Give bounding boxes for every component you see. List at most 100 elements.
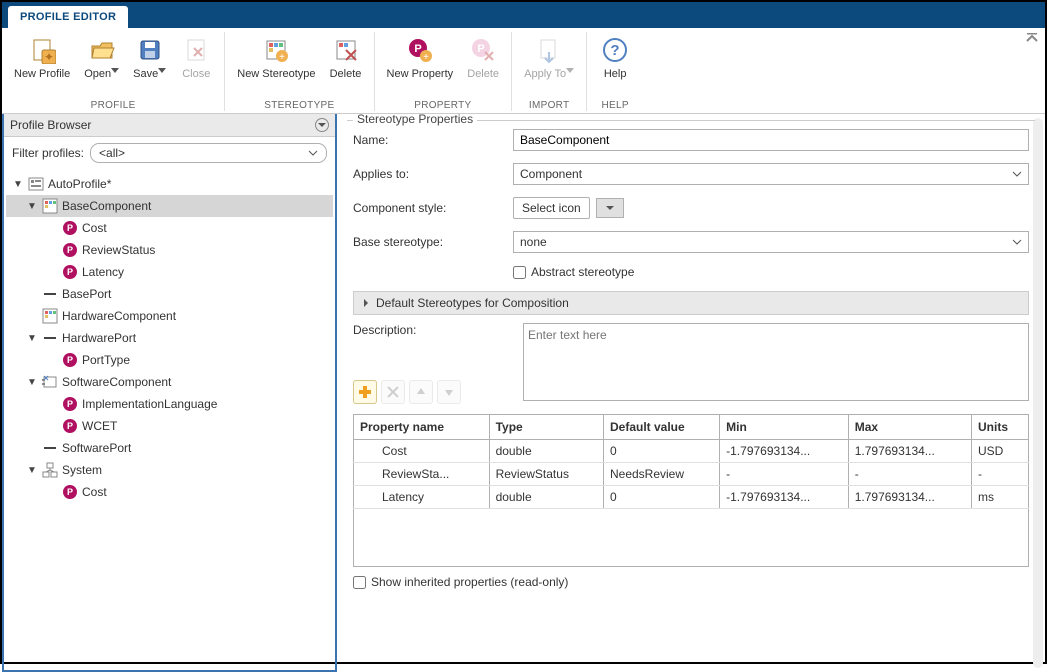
table-cell[interactable]: NeedsReview xyxy=(603,463,719,486)
column-header[interactable]: Default value xyxy=(603,415,719,440)
tree-item-porttype[interactable]: PPortType xyxy=(6,349,333,371)
tree-toggle-icon[interactable] xyxy=(46,421,58,432)
tree-toggle-icon[interactable]: ▼ xyxy=(26,333,38,344)
tree-item-cost1[interactable]: PCost xyxy=(6,217,333,239)
tree-toggle-icon[interactable] xyxy=(46,355,58,366)
filter-select[interactable]: <all> xyxy=(90,143,327,163)
tree-item-hwcomp[interactable]: HardwareComponent xyxy=(6,305,333,327)
move-up-button[interactable] xyxy=(409,380,433,404)
tree-item-reviewstatus[interactable]: PReviewStatus xyxy=(6,239,333,261)
tree-toggle-icon[interactable] xyxy=(26,289,38,300)
column-header[interactable]: Property name xyxy=(354,415,490,440)
chevron-down-icon xyxy=(606,204,614,212)
new-profile-button[interactable]: ✦New Profile xyxy=(8,32,76,98)
table-cell[interactable]: 1.797693134... xyxy=(848,486,971,509)
tab-profile-editor[interactable]: PROFILE EDITOR xyxy=(8,6,128,28)
table-cell[interactable]: -1.797693134... xyxy=(720,486,849,509)
table-row[interactable]: ReviewSta...ReviewStatusNeedsReview--- xyxy=(354,463,1029,486)
tree-item-impllang[interactable]: PImplementationLanguage xyxy=(6,393,333,415)
tree-toggle-icon[interactable] xyxy=(46,487,58,498)
grid-del-icon xyxy=(330,34,362,66)
tree-toggle-icon[interactable] xyxy=(26,311,38,322)
table-cell[interactable]: 1.797693134... xyxy=(848,440,971,463)
open-button[interactable]: Open xyxy=(78,32,125,98)
ribbon-group-label: IMPORT xyxy=(518,100,580,111)
table-cell[interactable]: 0 xyxy=(603,440,719,463)
table-cell[interactable]: - xyxy=(848,463,971,486)
tree-toggle-icon[interactable]: ▼ xyxy=(26,201,38,212)
tree-toggle-icon[interactable]: ▼ xyxy=(26,377,38,388)
defaults-expander[interactable]: Default Stereotypes for Composition xyxy=(353,291,1029,315)
tree-item-latency[interactable]: PLatency xyxy=(6,261,333,283)
stereotype-icon xyxy=(42,308,58,324)
applies-select[interactable]: Component xyxy=(513,163,1029,185)
tree-toggle-icon[interactable]: ▼ xyxy=(12,179,24,190)
select-icon-button[interactable]: Select icon xyxy=(513,197,590,219)
table-cell[interactable]: ReviewSta... xyxy=(354,463,490,486)
prop-icon: P xyxy=(62,242,78,258)
column-header[interactable]: Type xyxy=(489,415,603,440)
tree-item-basecomponent[interactable]: ▼BaseComponent xyxy=(6,195,333,217)
ribbon-label: New Profile xyxy=(14,68,70,96)
property-toolbar xyxy=(353,380,513,404)
tree-toggle-icon[interactable] xyxy=(26,443,38,454)
tree-item-wcet[interactable]: PWCET xyxy=(6,415,333,437)
add-property-button[interactable] xyxy=(353,380,377,404)
new-property-button[interactable]: P+New Property xyxy=(381,32,460,98)
description-textarea[interactable] xyxy=(523,323,1029,401)
tree-toggle-icon[interactable]: ▼ xyxy=(26,465,38,476)
table-cell[interactable]: USD xyxy=(972,440,1029,463)
tree-toggle-icon[interactable] xyxy=(46,267,58,278)
tree-item-swcomp[interactable]: ▼SoftwareComponent xyxy=(6,371,333,393)
tree-item-hwport[interactable]: ▼HardwarePort xyxy=(6,327,333,349)
table-cell[interactable]: - xyxy=(720,463,849,486)
column-header[interactable]: Max xyxy=(848,415,971,440)
table-cell[interactable]: 0 xyxy=(603,486,719,509)
move-down-button[interactable] xyxy=(437,380,461,404)
tree-item-cost2[interactable]: PCost xyxy=(6,481,333,503)
column-header[interactable]: Min xyxy=(720,415,849,440)
table-cell[interactable]: double xyxy=(489,486,603,509)
ribbon-group-label: HELP xyxy=(593,100,637,111)
help-button[interactable]: ?Help xyxy=(593,32,637,98)
save-button[interactable]: Save xyxy=(127,32,172,98)
tree-item-swport[interactable]: SoftwarePort xyxy=(6,437,333,459)
tree-toggle-icon[interactable] xyxy=(46,223,58,234)
ribbon-collapse-icon[interactable] xyxy=(1025,32,1039,46)
new-doc-icon: ✦ xyxy=(26,34,58,66)
property-table[interactable]: Property nameTypeDefault valueMinMaxUnit… xyxy=(353,414,1029,509)
profile-tree[interactable]: ▼ AutoProfile* ▼BaseComponent PCost PRevie… xyxy=(4,169,335,670)
tree-label: AutoProfile* xyxy=(48,177,111,191)
column-header[interactable]: Units xyxy=(972,415,1029,440)
table-row[interactable]: Costdouble0-1.797693134...1.797693134...… xyxy=(354,440,1029,463)
tree-toggle-icon[interactable] xyxy=(46,399,58,410)
table-cell[interactable]: ReviewStatus xyxy=(489,463,603,486)
table-cell[interactable]: double xyxy=(489,440,603,463)
base-select[interactable]: none xyxy=(513,231,1029,253)
table-cell[interactable]: ms xyxy=(972,486,1029,509)
name-input[interactable] xyxy=(513,129,1029,151)
tree-toggle-icon[interactable] xyxy=(46,245,58,256)
svg-text:P: P xyxy=(477,43,484,55)
chevron-down-icon xyxy=(1012,237,1022,247)
color-swatch[interactable] xyxy=(596,198,624,218)
tree-item-baseport[interactable]: BasePort xyxy=(6,283,333,305)
show-inherited-row[interactable]: Show inherited properties (read-only) xyxy=(353,575,1029,589)
tree-item-autoprofile[interactable]: ▼ AutoProfile* xyxy=(6,173,333,195)
abstract-checkbox-row[interactable]: Abstract stereotype xyxy=(513,265,1029,279)
table-cell[interactable]: Latency xyxy=(354,486,490,509)
table-cell[interactable]: Cost xyxy=(354,440,490,463)
abstract-checkbox[interactable] xyxy=(513,266,526,279)
ribbon-label: Apply To xyxy=(524,68,574,96)
tree-item-system[interactable]: ▼System xyxy=(6,459,333,481)
open-icon xyxy=(86,34,118,66)
new-stereotype-button[interactable]: +New Stereotype xyxy=(231,32,321,98)
delete-stereotype-button[interactable]: Delete xyxy=(324,32,368,98)
apply-icon xyxy=(533,34,565,66)
show-inherited-checkbox[interactable] xyxy=(353,576,366,589)
panel-menu-icon[interactable] xyxy=(315,118,329,132)
table-row[interactable]: Latencydouble0-1.797693134...1.797693134… xyxy=(354,486,1029,509)
table-cell[interactable]: -1.797693134... xyxy=(720,440,849,463)
table-cell[interactable]: - xyxy=(972,463,1029,486)
delete-property-button[interactable] xyxy=(381,380,405,404)
